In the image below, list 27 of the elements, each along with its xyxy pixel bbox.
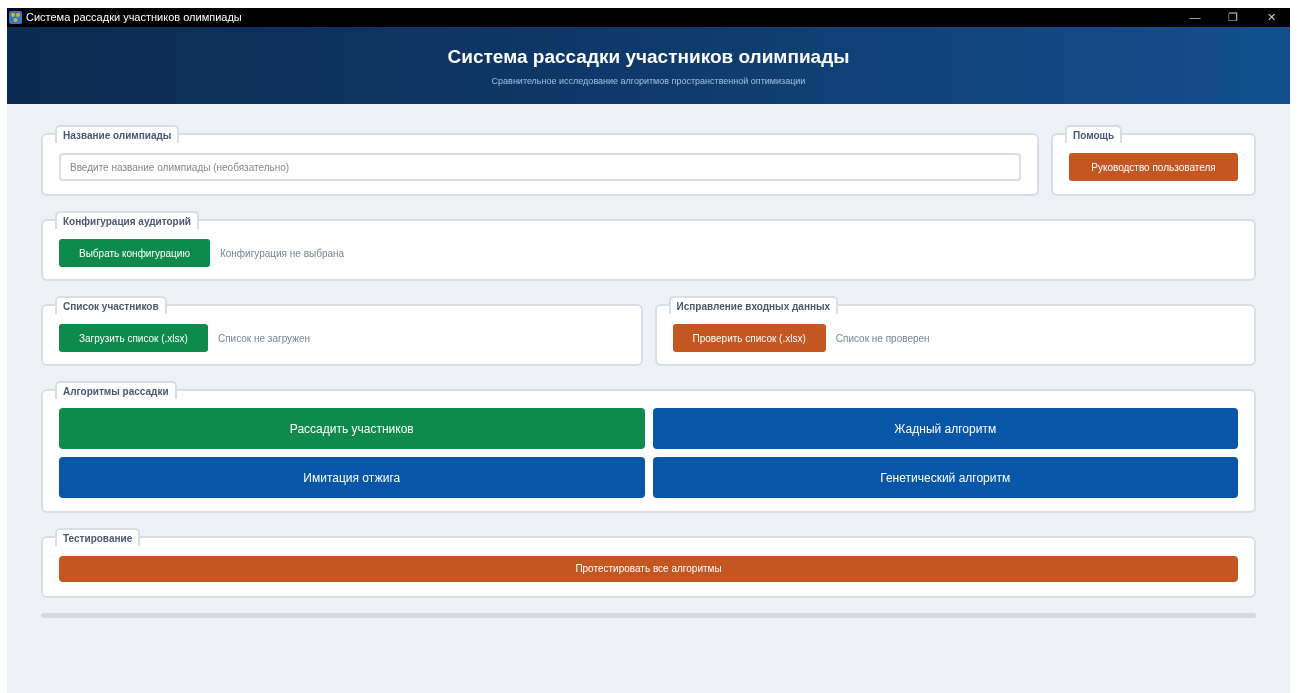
group-legend: Алгоритмы рассадки [55,381,177,399]
group-legend: Тестирование [55,528,141,546]
group-legend: Исправление входных данных [668,296,839,314]
status-text: Список не загружен [217,332,310,346]
close-button[interactable]: ✕ [1252,9,1290,26]
header-subtitle: Сравнительное исследование алгоритмов пространственной оптимизации [491,74,806,88]
algorithm-button[interactable]: Имитация отжига [59,457,645,498]
select-config-button[interactable]: Выбрать конфигурацию [59,239,210,267]
group-legend: Конфигурация аудиторий [55,211,199,229]
check-list-button[interactable]: Проверить список (.xlsx) [672,324,826,352]
status-text: Конфигурация не выбрана [219,247,345,261]
group-legend: Помощь [1065,125,1123,143]
minimize-button[interactable]: — [1176,9,1214,26]
status-text: Список не проверен [835,332,930,346]
load-list-button[interactable]: Загрузить список (.xlsx) [59,324,208,352]
app-icon [9,11,22,24]
test-all-button[interactable]: Протестировать все алгоритмы [59,555,1238,582]
algorithm-button[interactable]: Генетический алгоритм [652,457,1238,498]
header-title: Система рассадки участников олимпиады [447,45,850,69]
window-title: Система рассадки участников олимпиады [26,10,242,26]
group-legend: Название олимпиады [55,125,180,143]
algorithm-button[interactable]: Рассадить участников [59,408,645,449]
group-legend: Список участников [55,296,167,314]
restore-button[interactable]: ❐ [1214,9,1252,26]
text-field[interactable]: Введите название олимпиады (необязательно) [59,153,1021,181]
user-guide-button[interactable]: Руководство пользователя [1069,153,1238,181]
algorithm-button[interactable]: Жадный алгоритм [652,408,1238,449]
